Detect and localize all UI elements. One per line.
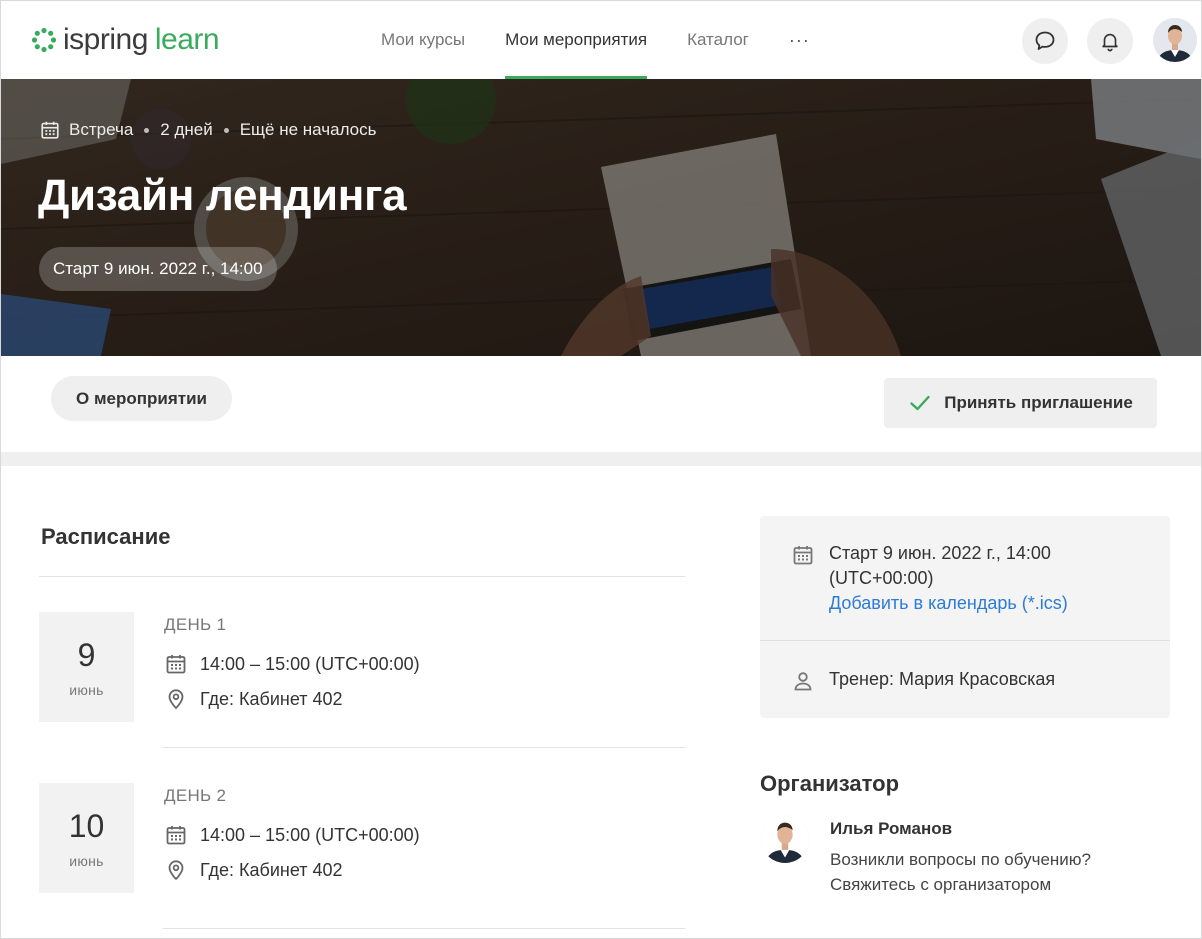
bell-icon	[1102, 33, 1118, 52]
logo-text-learn: learn	[154, 23, 220, 56]
nav-catalog[interactable]: Каталог	[687, 1, 749, 79]
day-number: 10	[68, 808, 105, 844]
day-place: Где: Кабинет 402	[200, 688, 343, 709]
organizer-photo-icon	[761, 815, 809, 863]
user-avatar[interactable]	[1153, 18, 1197, 62]
day-time: 14:00 – 15:00 (UTC+00:00)	[200, 824, 420, 845]
event-info-card: Старт 9 июн. 2022 г., 14:00 (UTC+00:00) …	[760, 516, 1170, 718]
schedule-divider	[39, 576, 685, 577]
separator-dot	[144, 127, 150, 133]
person-icon	[794, 672, 812, 691]
event-status: Ещё не началось	[239, 120, 377, 139]
info-trainer-row: Тренер: Мария Красовская	[791, 667, 1055, 693]
day-label: ДЕНЬ 1	[164, 615, 227, 634]
location-pin-icon	[168, 689, 184, 710]
day-time: 14:00 – 15:00 (UTC+00:00)	[200, 653, 420, 674]
user-photo-icon	[1153, 18, 1197, 62]
organizer-avatar[interactable]	[761, 815, 809, 863]
day-divider	[163, 928, 685, 929]
notifications-button[interactable]	[1087, 18, 1133, 64]
logo-text-ispring: ispring	[63, 23, 148, 56]
organizer-contact: Свяжитесь с организатором	[830, 875, 1052, 894]
event-title: Дизайн лендинга	[38, 171, 407, 220]
event-action-bar: О мероприятии Принять приглашение	[1, 356, 1201, 452]
event-type: Встреча	[69, 120, 134, 139]
app-window: ispring learn Мои курсы Мои мероприятия К…	[0, 0, 1202, 939]
day-time-row: 14:00 – 15:00 (UTC+00:00)	[164, 823, 420, 847]
day-divider	[163, 747, 685, 748]
calendar-icon	[166, 826, 186, 845]
accept-invitation-button[interactable]: Принять приглашение	[884, 378, 1157, 428]
day-date-box: 9 июнь	[39, 612, 134, 722]
tab-about-event[interactable]: О мероприятии	[51, 376, 232, 421]
organizer-contact-text: Возникли вопросы по обучению? Свяжитесь …	[830, 847, 1160, 897]
organizer-heading: Организатор	[760, 771, 900, 796]
event-hero-banner: Встреча 2 дней Ещё не началось Дизайн ле…	[1, 79, 1201, 356]
schedule-day: 10 июнь ДЕНЬ 2 14:00 – 15:00 (UTC+00:00)…	[39, 783, 685, 929]
day-label: ДЕНЬ 2	[164, 786, 227, 805]
add-to-calendar-link[interactable]: Добавить в календарь (*.ics)	[829, 591, 1068, 616]
day-number: 9	[77, 637, 96, 673]
nav-my-courses[interactable]: Мои курсы	[381, 1, 465, 79]
info-divider	[760, 640, 1170, 641]
calendar-icon	[41, 121, 59, 139]
calendar-icon	[793, 546, 813, 565]
nav-more-button[interactable]: ···	[789, 1, 810, 79]
schedule-heading: Расписание	[41, 524, 171, 549]
logo-mark-icon	[31, 27, 57, 53]
day-place: Где: Кабинет 402	[200, 859, 343, 880]
calendar-icon	[166, 655, 186, 674]
day-place-row: Где: Кабинет 402	[164, 687, 343, 711]
nav-my-events[interactable]: Мои мероприятия	[505, 1, 647, 79]
separator-dot	[223, 127, 229, 133]
event-start-badge: Старт 9 июн. 2022 г., 14:00	[39, 247, 277, 291]
day-month: июнь	[69, 682, 104, 698]
ispring-learn-logo[interactable]: ispring learn	[31, 23, 220, 57]
chat-button[interactable]	[1022, 18, 1068, 64]
organizer-question: Возникли вопросы по обучению?	[830, 850, 1092, 869]
day-date-box: 10 июнь	[39, 783, 134, 893]
day-place-row: Где: Кабинет 402	[164, 858, 343, 882]
top-header: ispring learn Мои курсы Мои мероприятия К…	[1, 1, 1201, 79]
day-month: июнь	[69, 853, 104, 869]
main-nav: Мои курсы Мои мероприятия Каталог ···	[381, 1, 810, 79]
accept-invitation-label: Принять приглашение	[944, 393, 1133, 412]
event-duration: 2 дней	[160, 120, 213, 139]
day-time-row: 14:00 – 15:00 (UTC+00:00)	[164, 652, 420, 676]
location-pin-icon	[168, 860, 184, 881]
info-start-row: Старт 9 июн. 2022 г., 14:00 (UTC+00:00) …	[791, 541, 1068, 616]
section-divider	[1, 452, 1201, 466]
organizer-name[interactable]: Илья Романов	[830, 819, 952, 839]
info-start-date: Старт 9 июн. 2022 г., 14:00	[829, 543, 1051, 563]
event-meta: Встреча 2 дней Ещё не началось	[39, 119, 377, 141]
checkmark-icon	[910, 395, 930, 411]
chat-bubble-icon	[1035, 31, 1055, 50]
info-timezone: (UTC+00:00)	[829, 568, 934, 588]
info-trainer: Тренер: Мария Красовская	[829, 669, 1056, 689]
schedule-day: 9 июнь ДЕНЬ 1 14:00 – 15:00 (UTC+00:00) …	[39, 612, 685, 748]
